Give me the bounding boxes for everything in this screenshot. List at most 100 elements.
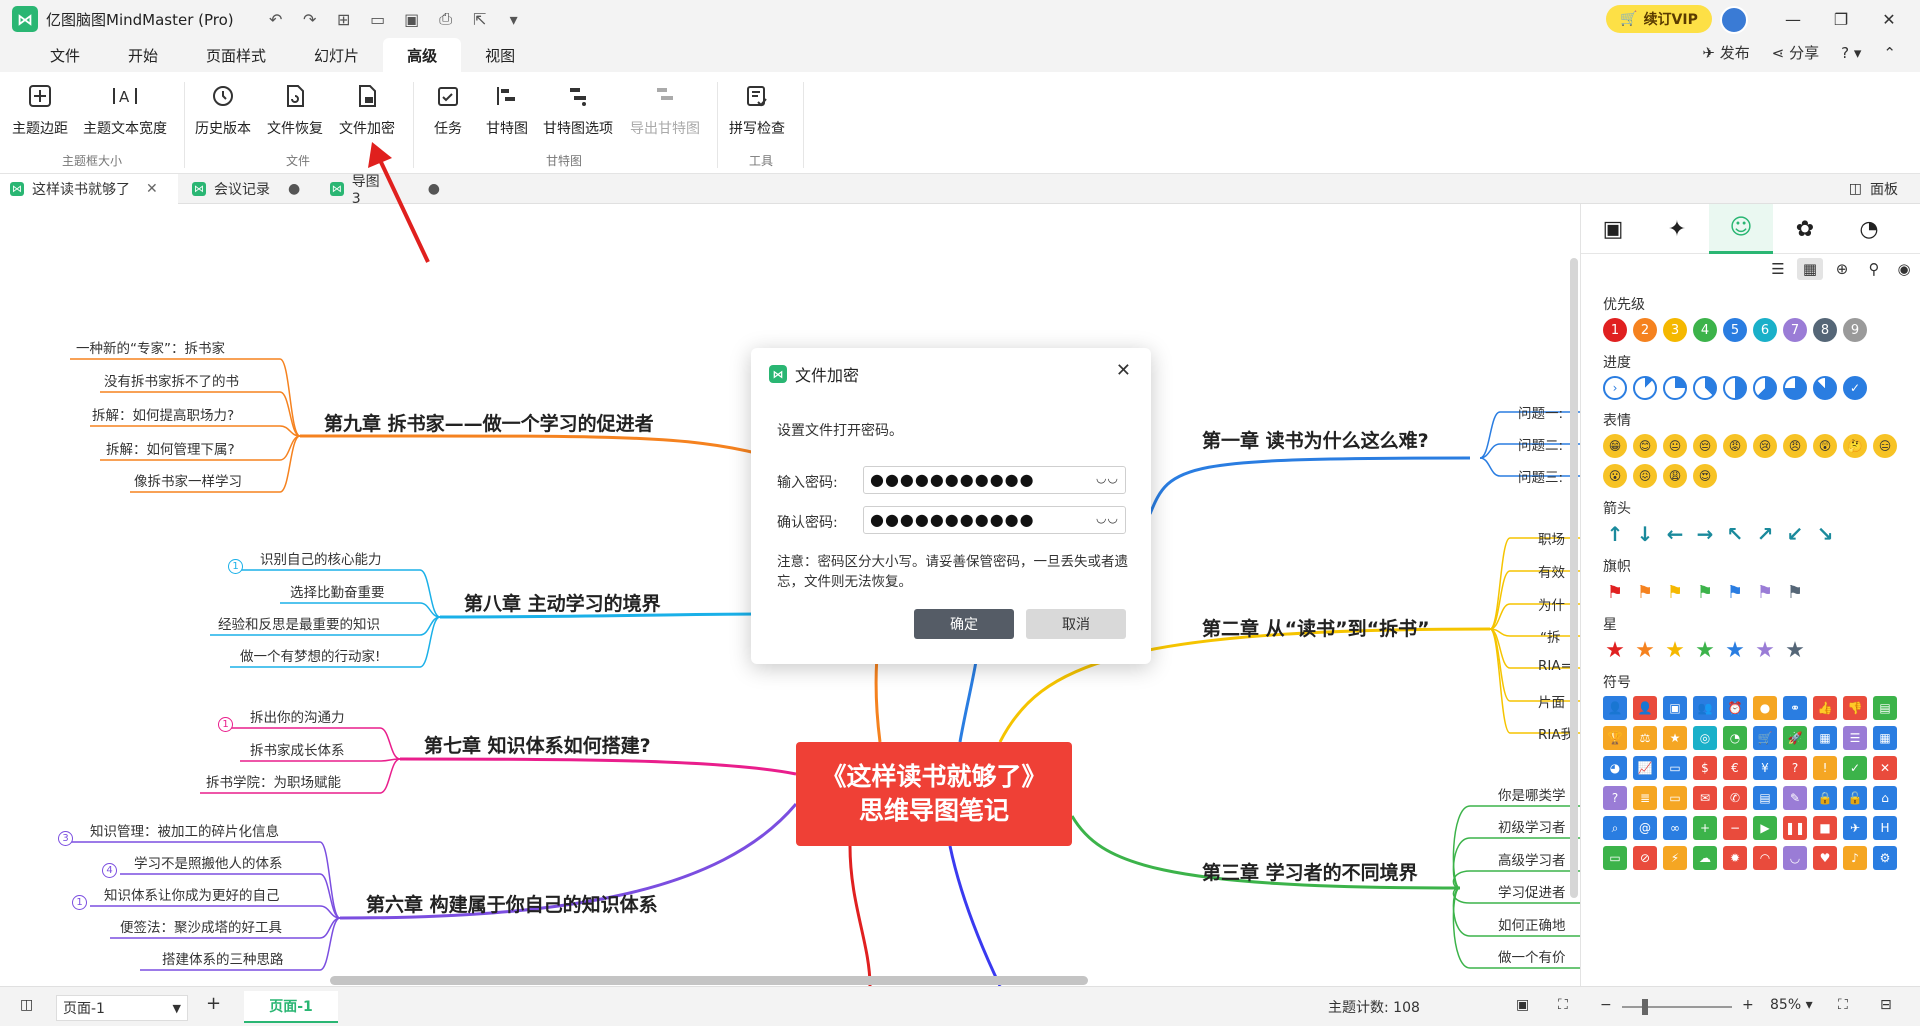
progress-icon[interactable]: [1663, 376, 1687, 400]
rocket-icon[interactable]: 🚀: [1783, 726, 1807, 750]
fullscreen-icon[interactable]: ⛶: [1838, 997, 1848, 1013]
smile-face-icon[interactable]: 😊: [1633, 434, 1657, 458]
music-icon[interactable]: ♪: [1843, 846, 1867, 870]
progress-done-icon[interactable]: ✓: [1843, 376, 1867, 400]
cry-face-icon[interactable]: 😢: [1753, 434, 1777, 458]
sad-face-icon[interactable]: 😔: [1693, 434, 1717, 458]
leaf-topic[interactable]: 学习不是照搬他人的体系: [134, 852, 283, 872]
bomb-icon[interactable]: ●: [1753, 696, 1777, 720]
progress-icon[interactable]: [1813, 376, 1837, 400]
priority-6-icon[interactable]: 6: [1753, 318, 1777, 342]
progress-start-icon[interactable]: ›: [1603, 376, 1627, 400]
branch-ch2[interactable]: 第二章 从“读书”到“拆书”: [1202, 614, 1430, 641]
flag-icon[interactable]: ⚑: [1693, 580, 1717, 604]
collapse-ribbon-icon[interactable]: ⌃: [1883, 44, 1896, 62]
leaf-topic[interactable]: 问题三:: [1518, 466, 1563, 486]
topic-margin-button[interactable]: 主题边距: [12, 80, 68, 152]
arrow-right-icon[interactable]: →: [1693, 522, 1717, 546]
leaf-topic[interactable]: “拆: [1540, 626, 1561, 646]
export-gantt-button[interactable]: 导出甘特图: [630, 80, 700, 152]
user-mark-icon[interactable]: ⚲: [1861, 258, 1887, 280]
shock-face-icon[interactable]: 😮: [1603, 464, 1627, 488]
menu-advanced[interactable]: 高级: [383, 38, 462, 72]
star-icon[interactable]: ★: [1603, 638, 1627, 663]
doc-tab-meeting[interactable]: ⋈ 会议记录 ●: [182, 174, 312, 204]
image-icon[interactable]: ▭: [1663, 756, 1687, 780]
arrow-up-left-icon[interactable]: ↖: [1723, 522, 1747, 546]
ai-sparkle-icon[interactable]: ✦: [1645, 204, 1709, 254]
lips-icon[interactable]: ◠: [1753, 846, 1777, 870]
person-star-icon[interactable]: ★: [1663, 726, 1687, 750]
exclamation-icon[interactable]: !: [1813, 756, 1837, 780]
central-topic[interactable]: 《这样读书就够了》 思维导图笔记: [796, 742, 1072, 846]
phone-icon[interactable]: ✆: [1723, 786, 1747, 810]
alarm-icon[interactable]: ⏰: [1723, 696, 1747, 720]
new-file-icon[interactable]: ⊞: [330, 6, 358, 32]
folder-icon[interactable]: ▭: [1663, 786, 1687, 810]
star-icon[interactable]: ★: [1663, 638, 1687, 663]
question-bubble-icon[interactable]: ?: [1603, 786, 1627, 810]
leaf-topic[interactable]: 拆出你的沟通力: [250, 706, 345, 726]
task-button[interactable]: 任务: [432, 80, 464, 152]
leaf-topic[interactable]: 一种新的“专家”：拆书家: [76, 337, 225, 357]
progress-icon[interactable]: [1693, 376, 1717, 400]
leaf-topic[interactable]: 你是哪类学: [1498, 784, 1566, 804]
history-icon[interactable]: ◔: [1837, 204, 1901, 254]
leaf-topic[interactable]: RIA=: [1538, 658, 1572, 674]
no-icon[interactable]: ⊘: [1633, 846, 1657, 870]
laugh-face-icon[interactable]: 😁: [1603, 434, 1627, 458]
gift-icon[interactable]: ▤: [1873, 696, 1897, 720]
doc-tab-map3[interactable]: ⋈ 导图3 ●: [320, 174, 450, 207]
stop-icon[interactable]: ■: [1813, 816, 1837, 840]
question-icon[interactable]: ?: [1783, 756, 1807, 780]
cross-icon[interactable]: ✕: [1873, 756, 1897, 780]
doc-tab-active[interactable]: ⋈ 这样读书就够了 ✕: [0, 174, 178, 204]
format-icon[interactable]: ▣: [1581, 204, 1645, 254]
document-icon[interactable]: ▤: [1753, 786, 1777, 810]
leaf-topic[interactable]: 高级学习者: [1498, 849, 1566, 869]
pie-chart-icon[interactable]: ◕: [1603, 756, 1627, 780]
hospital-icon[interactable]: H: [1873, 816, 1897, 840]
priority-9-icon[interactable]: 9: [1843, 318, 1867, 342]
grid-view-icon[interactable]: ▦: [1797, 258, 1823, 280]
menu-slides[interactable]: 幻灯片: [290, 38, 383, 72]
fit-page-icon[interactable]: ▣: [1516, 997, 1529, 1013]
at-icon[interactable]: @: [1633, 816, 1657, 840]
leaf-topic[interactable]: 便签法：聚沙成塔的好工具: [120, 916, 282, 936]
dollar-icon[interactable]: $: [1693, 756, 1717, 780]
confirm-button[interactable]: 确定: [914, 609, 1014, 639]
history-version-button[interactable]: 历史版本: [195, 80, 251, 152]
vertical-scrollbar[interactable]: [1570, 258, 1578, 898]
branch-ch6[interactable]: 第六章 构建属于你自己的知识体系: [366, 890, 658, 917]
print-icon[interactable]: ⎙: [432, 6, 460, 32]
menu-start[interactable]: 开始: [104, 38, 182, 72]
vip-renew-button[interactable]: 🛒 续订VIP: [1606, 5, 1712, 33]
leaf-topic[interactable]: 做一个有价: [1498, 946, 1566, 966]
arrow-down-left-icon[interactable]: ↙: [1783, 522, 1807, 546]
zoom-slider[interactable]: [1622, 1006, 1732, 1008]
star-icon[interactable]: ★: [1783, 638, 1807, 663]
plane-icon[interactable]: ✈: [1843, 816, 1867, 840]
meh-face-icon[interactable]: 😑: [1873, 434, 1897, 458]
flag-icon[interactable]: ⚑: [1663, 580, 1687, 604]
menu-view[interactable]: 视图: [461, 38, 539, 72]
minus-icon[interactable]: −: [1723, 816, 1747, 840]
priority-5-icon[interactable]: 5: [1723, 318, 1747, 342]
layers-icon[interactable]: ≣: [1633, 786, 1657, 810]
zoom-slider-thumb[interactable]: [1642, 999, 1648, 1015]
pen-icon[interactable]: ✎: [1783, 786, 1807, 810]
leaf-topic[interactable]: 拆书家成长体系: [250, 739, 345, 759]
thumbs-up-icon[interactable]: 👍: [1813, 696, 1837, 720]
sun-icon[interactable]: ✹: [1723, 846, 1747, 870]
close-tab-icon[interactable]: ✕: [146, 181, 158, 197]
line-chart-icon[interactable]: 📈: [1633, 756, 1657, 780]
avatar[interactable]: [1720, 6, 1748, 34]
leaf-topic[interactable]: 拆解：如何管理下属?: [106, 438, 235, 458]
cancel-button[interactable]: 取消: [1026, 609, 1126, 639]
branch-ch1[interactable]: 第一章 读书为什么这么难?: [1202, 426, 1429, 453]
menu-page-style[interactable]: 页面样式: [182, 38, 290, 72]
list-icon[interactable]: ☰: [1843, 726, 1867, 750]
calendar-icon[interactable]: ▦: [1813, 726, 1837, 750]
leaf-topic[interactable]: 选择比勤奋重要: [290, 581, 385, 601]
panel-collapse-icon[interactable]: ⊟: [1880, 997, 1892, 1013]
